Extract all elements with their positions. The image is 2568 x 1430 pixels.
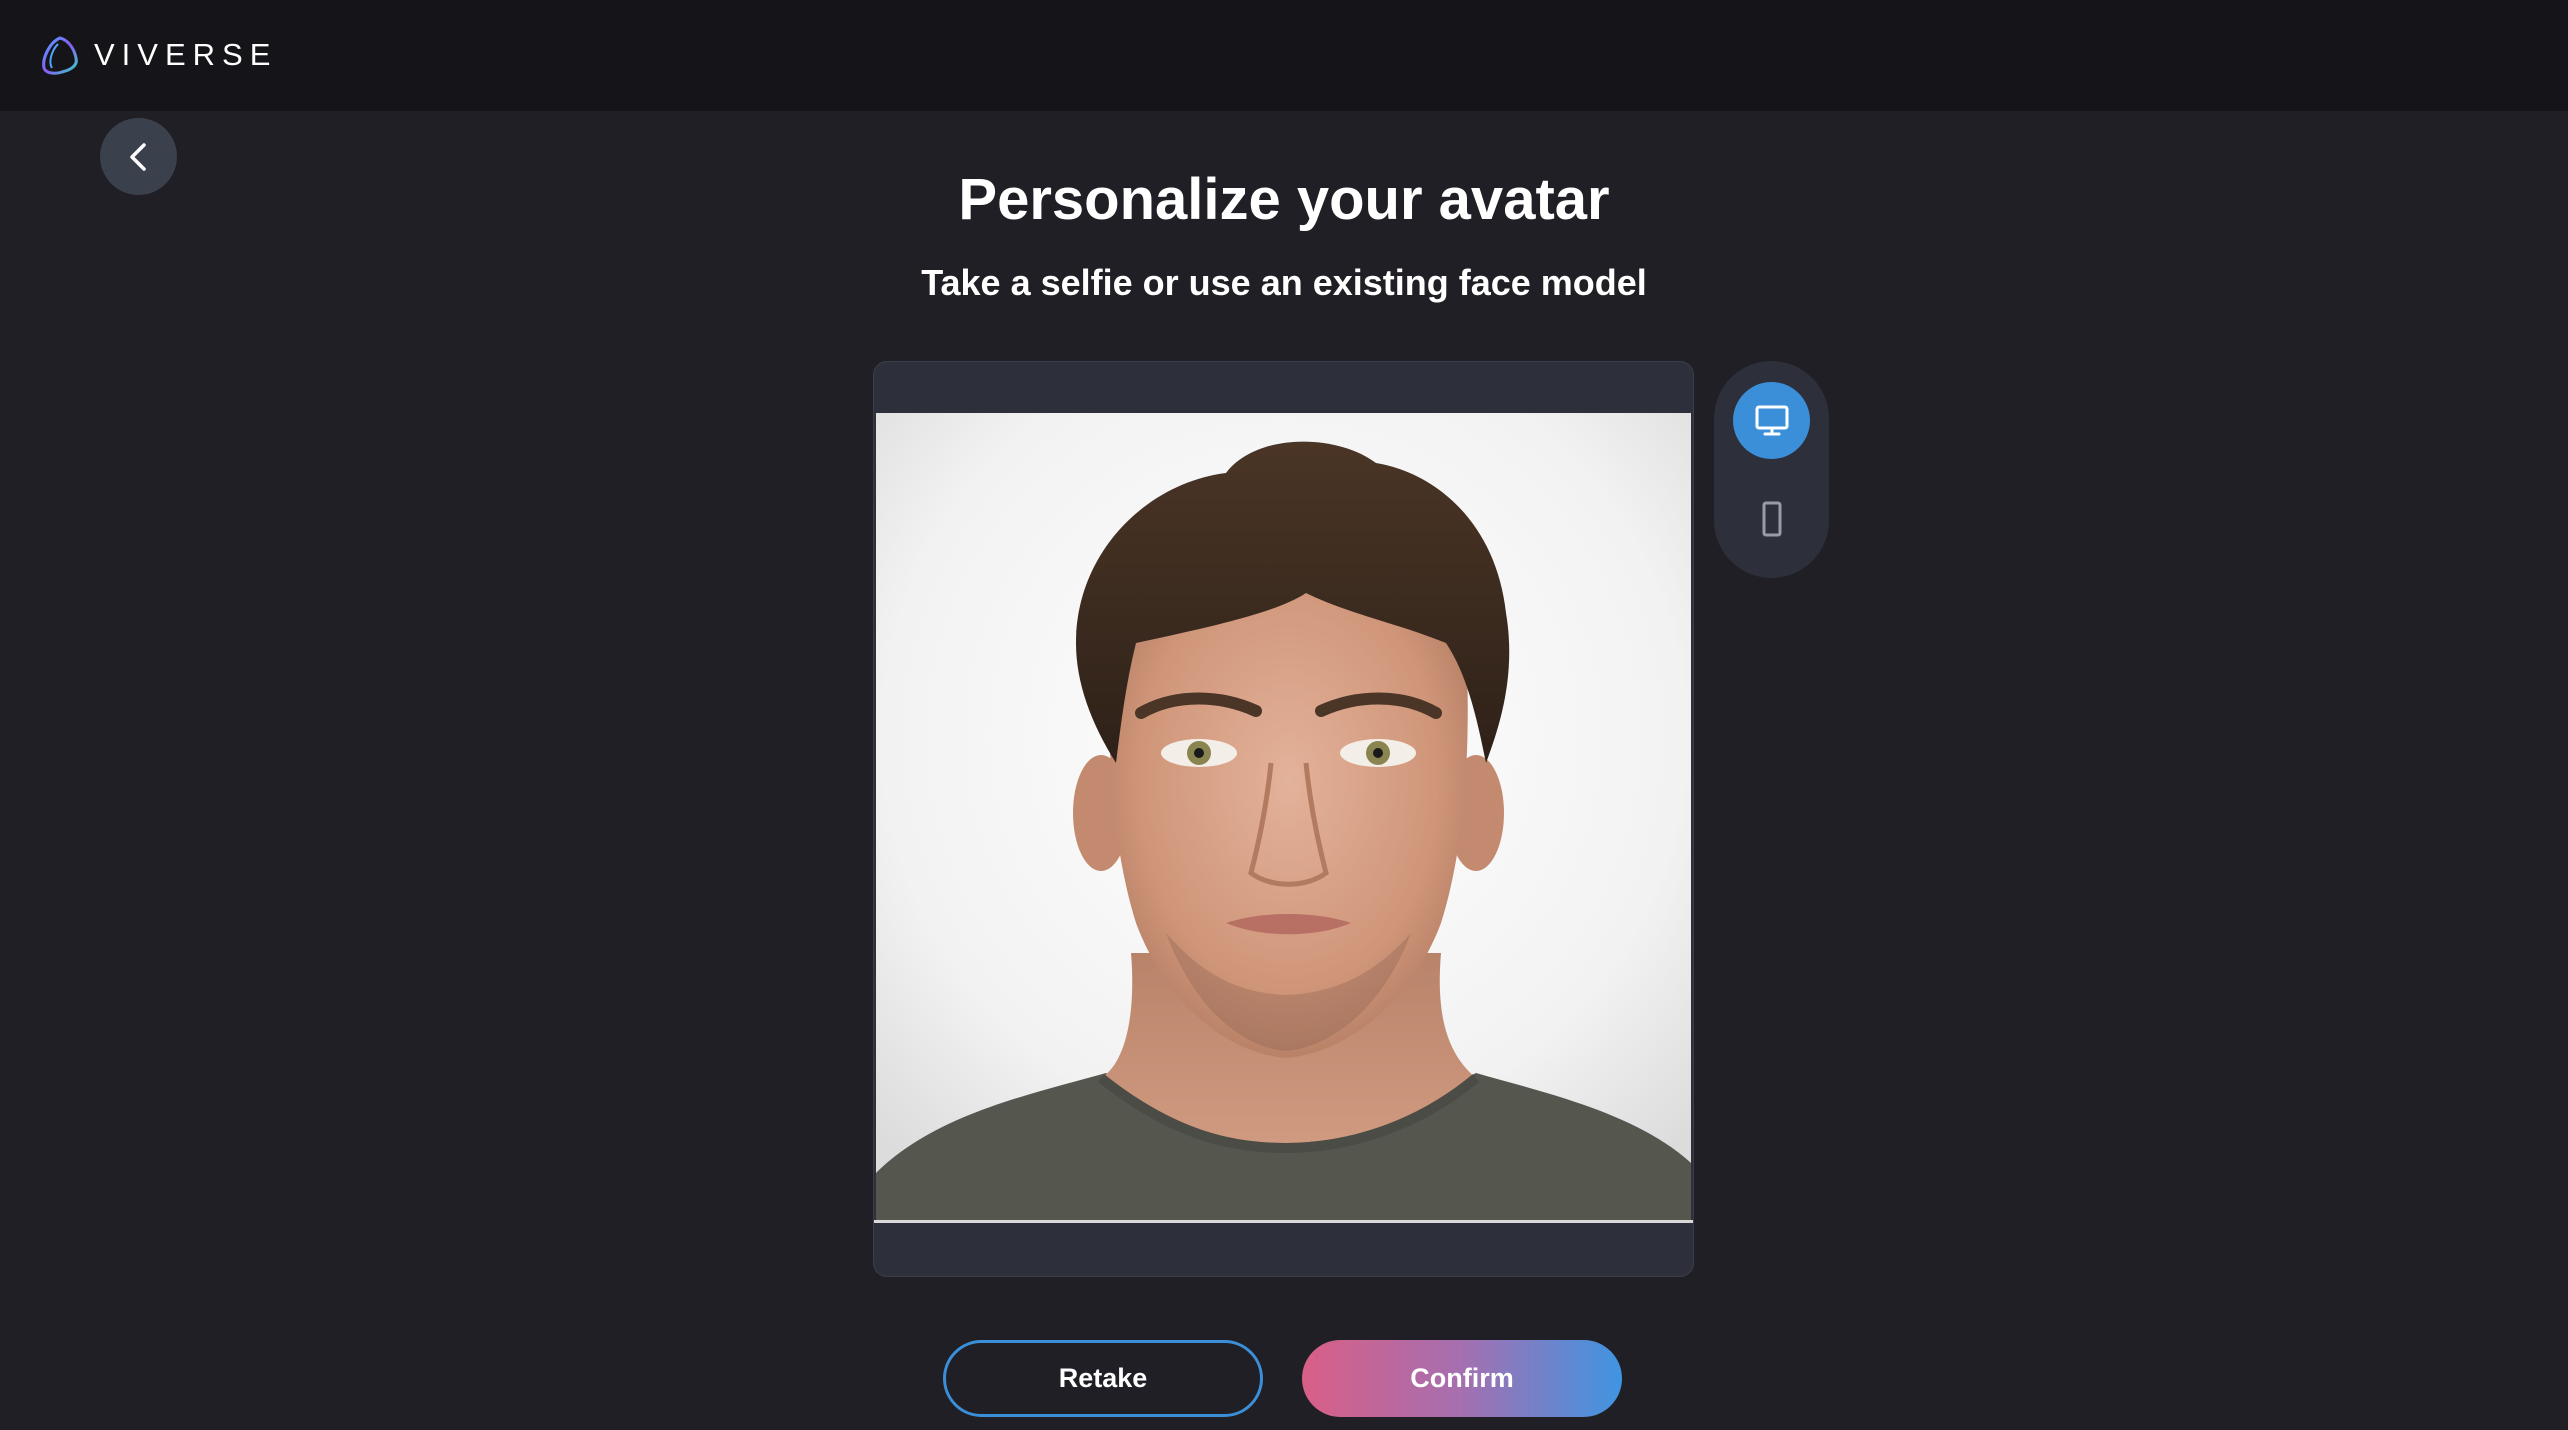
page-subtitle: Take a selfie or use an existing face mo…: [921, 262, 1647, 303]
page-title: Personalize your avatar: [958, 167, 1610, 232]
mobile-camera-toggle[interactable]: [1733, 480, 1810, 557]
monitor-icon: [1755, 405, 1788, 435]
phone-icon: [1762, 501, 1781, 536]
device-switch: [1714, 361, 1829, 578]
desktop-camera-toggle[interactable]: [1733, 382, 1810, 459]
brand-name: VIVERSE: [94, 37, 278, 72]
face-photo: [876, 413, 1691, 1221]
camera-preview: [873, 361, 1694, 1277]
confirm-button[interactable]: Confirm: [1302, 1340, 1622, 1417]
top-bar: VIVERSE: [0, 0, 2568, 111]
retake-button[interactable]: Retake: [943, 1340, 1263, 1417]
viverse-logo[interactable]: VIVERSE: [38, 34, 277, 76]
viverse-logo-icon: [42, 36, 78, 75]
photo-divider: [874, 1220, 1693, 1223]
